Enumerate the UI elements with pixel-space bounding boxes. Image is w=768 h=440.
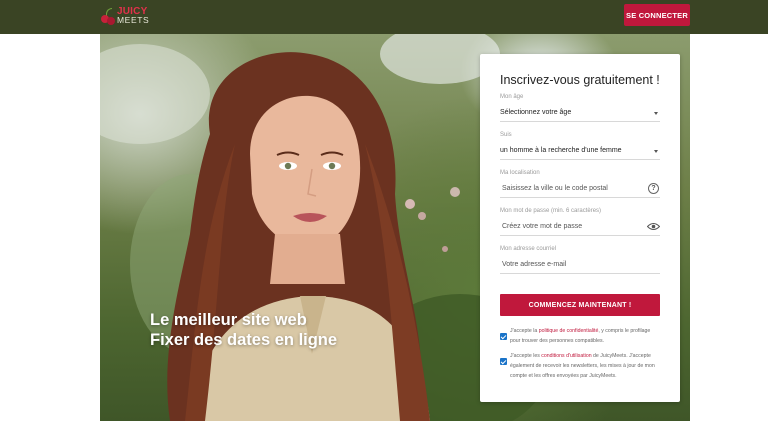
signup-form: Inscrivez-vous gratuitement ! Mon âge Sé… [480,54,680,402]
location-label: Ma localisation [500,170,540,176]
age-label: Mon âge [500,94,524,100]
hero-headline-line2: Fixer des dates en ligne [150,331,338,349]
cherry-icon [100,6,116,26]
password-placeholder: Créez votre mot de passe [502,223,583,230]
terms-consent: J'accepte les conditions d'utilisation d… [500,351,660,381]
privacy-policy-link[interactable]: politique de confidentialité [539,328,599,334]
terms-text-before: J'accepte les [510,353,542,359]
chevron-down-icon [654,112,658,115]
privacy-text-before: J'accepte la [510,328,539,334]
privacy-consent-text: J'accepte la politique de confidentialit… [510,326,660,346]
logo-text-meets: MEETS [117,15,150,25]
top-navigation-bar: JUICY MEETS SE CONNECTER [0,0,768,34]
location-placeholder: Saisissez la ville ou le code postal [502,185,608,192]
age-select-value: Sélectionnez votre âge [500,109,572,116]
password-input[interactable]: Créez votre mot de passe [500,218,660,236]
email-input[interactable]: Votre adresse e-mail [500,256,660,274]
looking-for-field: Suis un homme à la recherche d'une femme [500,132,660,160]
privacy-checkbox[interactable] [500,333,507,340]
eye-icon[interactable] [647,222,660,231]
age-field: Mon âge Sélectionnez votre âge [500,94,660,122]
site-logo[interactable]: JUICY MEETS [100,4,149,28]
help-icon[interactable]: ? [648,183,659,194]
hero-headline-line1: Le meilleur site web [150,311,307,329]
location-input[interactable]: Saisissez la ville ou le code postal ? [500,180,660,198]
chevron-down-icon [654,150,658,153]
login-button[interactable]: SE CONNECTER [624,4,690,26]
hero-headline: Le meilleur site web Fixer des dates en … [150,310,337,350]
email-placeholder: Votre adresse e-mail [502,261,567,268]
password-label: Mon mot de passe (min. 6 caractères) [500,208,602,214]
looking-for-select-value: un homme à la recherche d'une femme [500,147,622,154]
age-select[interactable]: Sélectionnez votre âge [500,104,660,122]
terms-consent-text: J'accepte les conditions d'utilisation d… [510,351,660,381]
terms-of-use-link[interactable]: conditions d'utilisation [541,353,591,359]
looking-for-select[interactable]: un homme à la recherche d'une femme [500,142,660,160]
email-label: Mon adresse courriel [500,246,557,252]
email-field: Mon adresse courriel Votre adresse e-mai… [500,246,660,274]
location-field: Ma localisation Saisissez la ville ou le… [500,170,660,198]
password-field: Mon mot de passe (min. 6 caractères) Cré… [500,208,660,236]
looking-for-label: Suis [500,132,512,138]
privacy-consent: J'accepte la politique de confidentialit… [500,326,660,346]
form-title: Inscrivez-vous gratuitement ! [500,73,660,87]
terms-checkbox[interactable] [500,358,507,365]
start-now-button[interactable]: COMMENCEZ MAINTENANT ! [500,294,660,316]
